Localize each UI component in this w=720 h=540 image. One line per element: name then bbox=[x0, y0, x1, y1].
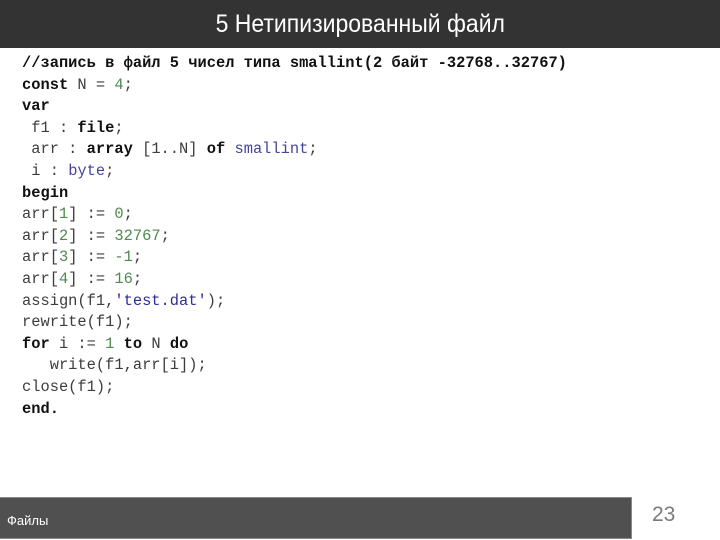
number-literal: 4 bbox=[114, 75, 124, 94]
keyword: do bbox=[169, 334, 189, 353]
number-literal: 3 bbox=[58, 248, 69, 267]
footer-bar: Файлы bbox=[0, 497, 632, 539]
code-line: i : byte; bbox=[22, 161, 567, 183]
code-line: close(f1); bbox=[22, 377, 567, 399]
keyword: array bbox=[86, 140, 133, 159]
code-listing: //запись в файл 5 чисел типа smallint(2 … bbox=[22, 53, 567, 420]
code-line: assign(f1,'test.dat'); bbox=[22, 291, 567, 313]
number-literal: 1 bbox=[58, 205, 69, 224]
code-text: ] := bbox=[68, 248, 115, 267]
code-text: arr[ bbox=[22, 205, 59, 224]
page-number: 23 bbox=[652, 503, 676, 526]
keyword: of bbox=[206, 140, 226, 159]
slide-header: 5 Нетипизированный файл bbox=[0, 0, 720, 48]
number-literal: 32767 bbox=[114, 226, 161, 245]
string-literal: 'test.dat' bbox=[114, 291, 207, 310]
code-text: ] := bbox=[68, 269, 115, 288]
code-text: ; bbox=[123, 75, 133, 94]
code-text: write(f1,arr[i]); bbox=[22, 356, 207, 375]
code-text: ; bbox=[160, 226, 170, 245]
code-text: ; bbox=[123, 205, 133, 224]
code-text: i : bbox=[22, 161, 69, 180]
code-text: N bbox=[142, 334, 170, 353]
number-literal: 0 bbox=[114, 205, 124, 224]
code-line: arr[1] := 0; bbox=[22, 204, 567, 226]
code-text: [1..N] bbox=[132, 140, 207, 159]
keyword: begin bbox=[22, 183, 69, 202]
code-line: arr[2] := 32767; bbox=[22, 226, 567, 248]
code-text: ); bbox=[206, 291, 226, 310]
code-text: ; bbox=[132, 269, 143, 288]
number-literal: 16 bbox=[114, 269, 133, 288]
code-text: close(f1); bbox=[22, 377, 115, 396]
code-text: ; bbox=[105, 161, 115, 180]
code-line: const N = 4; bbox=[22, 75, 567, 97]
code-text: ; bbox=[114, 118, 124, 137]
type-name: byte bbox=[68, 161, 106, 180]
code-line: arr : array [1..N] of smallint; bbox=[22, 139, 567, 161]
number-literal: 4 bbox=[58, 269, 69, 288]
code-text: arr[ bbox=[22, 248, 59, 267]
code-line: for i := 1 to N do bbox=[22, 334, 567, 356]
code-text: ; bbox=[132, 248, 143, 267]
comment: //запись в файл 5 чисел типа smallint(2 … bbox=[22, 54, 567, 72]
number-literal: -1 bbox=[114, 248, 133, 267]
code-text: ] := bbox=[68, 205, 115, 224]
code-text: assign(f1, bbox=[22, 291, 115, 310]
code-line: rewrite(f1); bbox=[22, 312, 567, 334]
code-line: arr[4] := 16; bbox=[22, 269, 567, 291]
code-text: f1 : bbox=[22, 118, 78, 137]
code-text: ; bbox=[308, 140, 318, 159]
code-text: ] := bbox=[68, 226, 115, 245]
keyword: const bbox=[22, 75, 69, 94]
code-text: rewrite(f1); bbox=[22, 313, 133, 332]
number-literal: 1 bbox=[105, 334, 115, 353]
code-line: f1 : file; bbox=[22, 118, 567, 140]
code-line: //запись в файл 5 чисел типа smallint(2 … bbox=[22, 53, 567, 75]
code-text: arr[ bbox=[22, 226, 59, 245]
keyword: for bbox=[22, 334, 50, 353]
footer-section-label: Файлы bbox=[7, 512, 49, 528]
slide-title: 5 Нетипизированный файл bbox=[215, 9, 505, 38]
code-line: write(f1,arr[i]); bbox=[22, 355, 567, 377]
type-name: smallint bbox=[234, 140, 309, 159]
keyword: to bbox=[123, 334, 143, 353]
code-line: begin bbox=[22, 183, 567, 205]
code-line: end. bbox=[22, 399, 567, 421]
code-line: arr[3] := -1; bbox=[22, 247, 567, 269]
keyword: end. bbox=[22, 399, 59, 418]
code-text: N = bbox=[68, 75, 115, 94]
code-text: i := bbox=[49, 334, 106, 353]
keyword: file bbox=[77, 118, 115, 137]
code-text: arr[ bbox=[22, 269, 59, 288]
code-text: arr : bbox=[22, 140, 87, 159]
keyword: var bbox=[22, 97, 50, 116]
code-line: var bbox=[22, 96, 567, 118]
number-literal: 2 bbox=[58, 226, 69, 245]
